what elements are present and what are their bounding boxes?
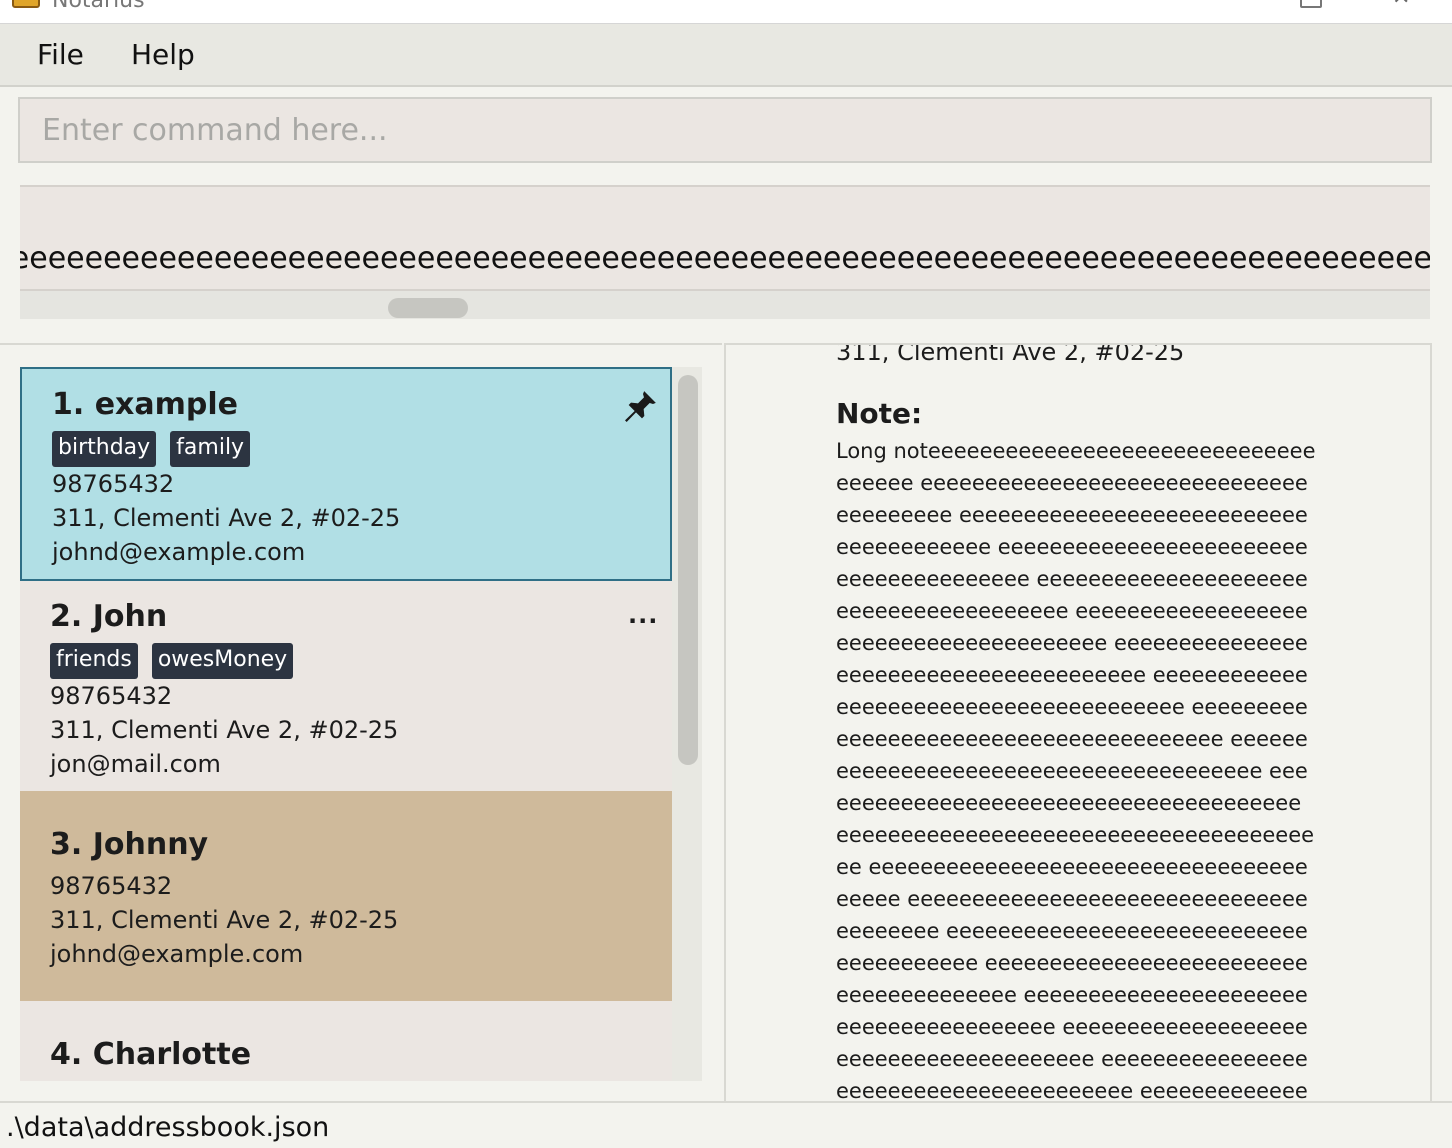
note-body: Long noteeeeeeeeeeeeeeeeeeeeeeeeeeeeeeee… xyxy=(836,439,1316,1101)
person-phone: 98765432 xyxy=(50,682,173,710)
person-address: 311, Clementi Ave 2, #02-25 xyxy=(50,906,399,934)
person-email: johnd@example.com xyxy=(50,940,304,968)
person-address: 311, Clementi Ave 2, #02-25 xyxy=(50,716,399,744)
tag: family xyxy=(170,431,251,467)
pin-icon[interactable] xyxy=(620,387,660,427)
person-phone: 98765432 xyxy=(50,872,173,900)
result-text: eeeeeeeeeeeeeeeeeeeeeeeeeeeeeeeeeeeeeeee… xyxy=(20,241,1430,276)
menu-file[interactable]: File xyxy=(37,38,84,72)
person-card[interactable]: 4. Charlotte xyxy=(20,1001,672,1081)
horizontal-scrollbar[interactable] xyxy=(20,289,1430,319)
result-display[interactable]: eeeeeeeeeeeeeeeeeeeeeeeeeeeeeeeeeeeeeeee… xyxy=(20,185,1430,319)
command-box xyxy=(18,97,1432,163)
person-detail-panel[interactable]: 311, Clementi Ave 2, #02-25 Note: Long n… xyxy=(724,343,1432,1101)
menu-bar: File Help xyxy=(0,24,1452,87)
person-list[interactable]: 1. example birthday family 98765432 311,… xyxy=(20,367,702,1081)
tag-list: friends owesMoney xyxy=(50,643,294,679)
data-file-path: .\data\addressbook.json xyxy=(6,1112,330,1143)
status-bar: .\data\addressbook.json xyxy=(0,1101,1452,1148)
tag-list: birthday family xyxy=(52,431,251,467)
tag: friends xyxy=(50,643,138,679)
person-list-panel: 1. example birthday family 98765432 311,… xyxy=(0,343,722,1101)
title-bar: Notarius ✕ xyxy=(0,0,1452,24)
person-email: jon@mail.com xyxy=(50,750,221,778)
person-name: 2. John xyxy=(50,599,168,634)
window-title: Notarius xyxy=(52,0,145,13)
person-phone: 98765432 xyxy=(52,470,175,498)
tag: owesMoney xyxy=(151,643,294,679)
person-name: 1. example xyxy=(52,387,239,422)
person-card[interactable]: 3. Johnny 98765432 311, Clementi Ave 2, … xyxy=(20,791,672,1001)
person-card[interactable]: 1. example birthday family 98765432 311,… xyxy=(20,367,672,581)
horizontal-scroll-thumb[interactable] xyxy=(388,298,468,318)
tag: birthday xyxy=(52,431,157,467)
app-icon xyxy=(12,0,40,8)
close-icon[interactable]: ✕ xyxy=(1392,0,1410,10)
person-name: 3. Johnny xyxy=(50,827,209,862)
command-input[interactable] xyxy=(20,99,1430,161)
person-name: 4. Charlotte xyxy=(50,1037,252,1072)
note-heading: Note: xyxy=(836,397,923,430)
person-email: johnd@example.com xyxy=(52,538,306,566)
vertical-scroll-thumb[interactable] xyxy=(678,375,698,765)
person-card[interactable]: 2. John friends owesMoney 98765432 311, … xyxy=(20,581,672,791)
detail-address: 311, Clementi Ave 2, #02-25 xyxy=(836,343,1185,366)
maximize-icon[interactable] xyxy=(1300,0,1322,8)
person-address: 311, Clementi Ave 2, #02-25 xyxy=(52,504,401,532)
more-icon[interactable]: ... xyxy=(628,603,658,627)
menu-help[interactable]: Help xyxy=(131,38,195,72)
